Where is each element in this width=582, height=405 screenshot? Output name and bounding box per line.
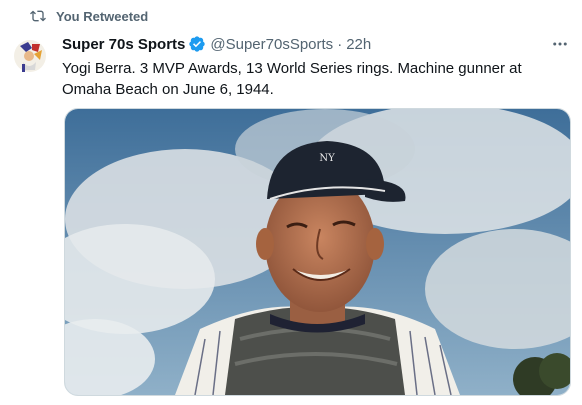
tweet-text: Yogi Berra. 3 MVP Awards, 13 World Serie…: [62, 60, 522, 98]
super-70s-sports-logo-icon: [8, 34, 52, 78]
svg-text:NY: NY: [319, 153, 335, 164]
retweet-label: You Retweeted: [56, 8, 149, 24]
more-options-button[interactable]: [548, 34, 572, 54]
tweet-timestamp[interactable]: 22h: [346, 36, 371, 53]
retweet-context: You Retweeted: [30, 8, 148, 24]
tweet-photo[interactable]: NY: [64, 108, 571, 396]
verified-badge-icon: [189, 36, 206, 52]
more-dots-icon: [553, 42, 567, 46]
photo-yogi-berra-icon: NY: [65, 109, 570, 395]
retweet-icon: [30, 10, 46, 22]
avatar[interactable]: [8, 34, 52, 78]
author-handle[interactable]: @Super70sSports: [210, 36, 333, 53]
author-name[interactable]: Super 70s Sports: [62, 36, 185, 53]
tweet-header: Super 70s Sports @Super70sSports · 22h: [62, 35, 570, 53]
separator-dot: ·: [337, 35, 343, 53]
